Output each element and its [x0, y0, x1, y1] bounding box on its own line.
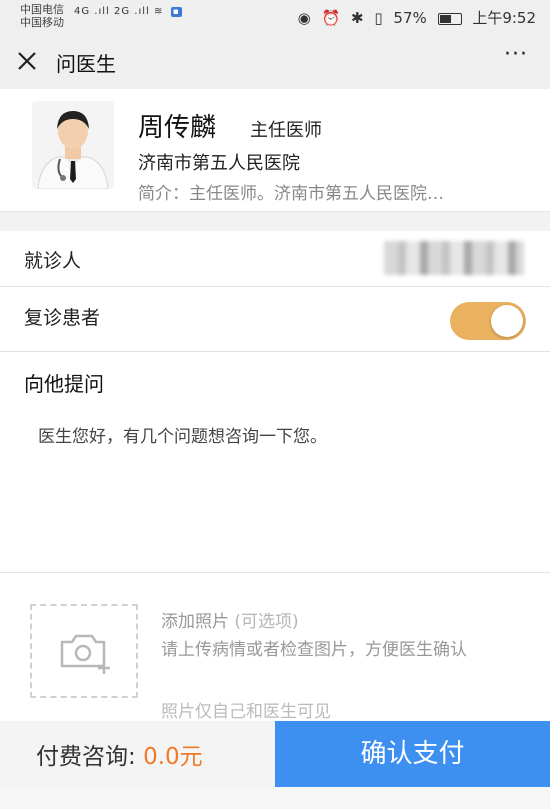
fee-value: 0.0元 [143, 744, 203, 770]
photo-description: 请上传病情或者检查图片，方便医生确认 [161, 640, 467, 660]
doctor-name: 周传麟 [138, 113, 217, 143]
doctor-avatar-icon [32, 101, 114, 189]
followup-row: 复诊患者 [0, 287, 550, 351]
signal-icon: 4G .ıll 2G .ıll ≋ ▪ [74, 6, 182, 17]
camera-plus-icon [60, 634, 110, 674]
eye-icon: ◉ [297, 9, 311, 27]
app-badge-icon: ▪ [170, 7, 182, 17]
bottom-bar: 付费咨询: 0.0元 确认支付 [0, 721, 550, 787]
patient-label: 就诊人 [24, 250, 82, 272]
more-button[interactable]: ··· [504, 42, 528, 67]
photo-section: 添加照片 (可选项) 请上传病情或者检查图片，方便医生确认 照片仅自己和医生可见 [0, 573, 550, 722]
close-button[interactable] [15, 45, 43, 75]
system-nav-bar [0, 787, 550, 809]
add-photo-button[interactable] [30, 604, 138, 698]
carrier-info: 中国电信 中国移动 [20, 3, 64, 29]
patient-row[interactable]: 就诊人 [0, 231, 550, 286]
doctor-hospital: 济南市第五人民医院 [138, 153, 300, 174]
doctor-card[interactable]: 周传麟 主任医师 济南市第五人民医院 简介：主任医师。济南市第五人民医院… [0, 89, 550, 211]
carrier-1: 中国电信 [20, 3, 64, 16]
followup-toggle[interactable] [450, 302, 526, 340]
battery-icon [437, 12, 462, 25]
question-section: 向他提问 医生您好，有几个问题想咨询一下您。 [0, 352, 550, 572]
vibrate-icon: ▯ [374, 9, 383, 27]
bluetooth-icon: ✱ [351, 9, 364, 27]
network-text: 4G .ıll 2G .ıll [74, 6, 150, 17]
question-textarea[interactable]: 医生您好，有几个问题想咨询一下您。 [38, 422, 518, 447]
battery-text: 57% [393, 9, 427, 27]
question-title: 向他提问 [24, 372, 104, 396]
doctor-avatar [32, 101, 114, 189]
followup-label: 复诊患者 [24, 307, 101, 329]
page-title: 问医生 [56, 52, 116, 76]
status-right: ◉ ⏰ ✱ ▯ 57% 上午9:52 [292, 7, 536, 28]
photo-privacy-note: 照片仅自己和医生可见 [161, 702, 331, 722]
confirm-pay-button[interactable]: 确认支付 [275, 721, 550, 787]
photo-title: 添加照片 (可选项) [161, 607, 299, 632]
alarm-icon: ⏰ [321, 9, 341, 27]
nav-bar: 问医生 ··· [0, 34, 550, 89]
clock: 上午9:52 [472, 9, 536, 27]
close-icon [18, 52, 36, 70]
section-divider [0, 211, 550, 232]
fee-info: 付费咨询: 0.0元 [36, 737, 203, 771]
doctor-intro: 简介：主任医师。济南市第五人民医院… [138, 184, 444, 204]
photo-optional: (可选项) [234, 612, 299, 632]
photo-title-text: 添加照片 [161, 612, 229, 632]
doctor-title: 主任医师 [250, 120, 322, 141]
patient-value-blurred [384, 241, 524, 275]
fee-label: 付费咨询: [36, 744, 136, 770]
carrier-2: 中国移动 [20, 16, 64, 29]
status-bar: 中国电信 中国移动 4G .ıll 2G .ıll ≋ ▪ ◉ ⏰ ✱ ▯ 57… [0, 0, 550, 34]
wifi-icon: ≋ [153, 6, 164, 17]
toggle-knob [491, 305, 523, 337]
